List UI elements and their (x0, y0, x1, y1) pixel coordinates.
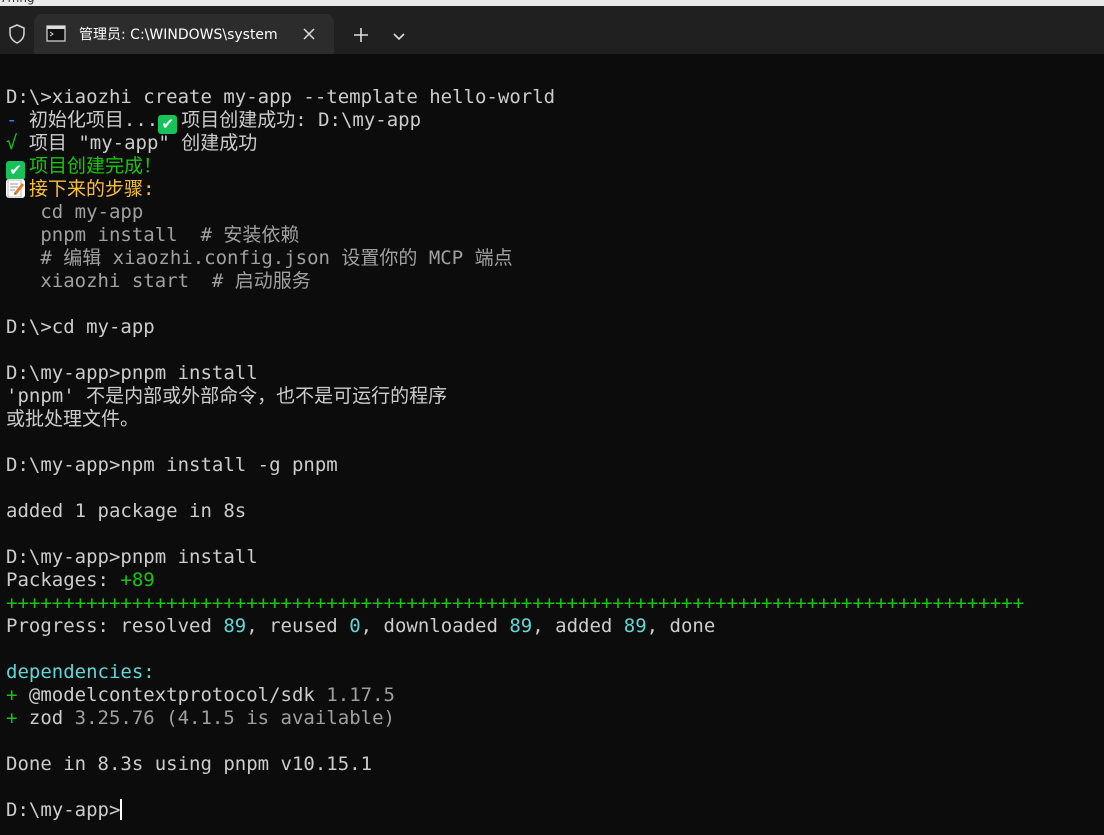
terminal-text: 或批处理文件。 (6, 408, 140, 430)
chevron-down-icon[interactable] (388, 25, 410, 47)
terminal-text: 89 (223, 615, 247, 637)
terminal-text: dependencies: (6, 661, 155, 683)
terminal-text: cd my-app (6, 201, 144, 223)
terminal-text: @modelcontextprotocol/sdk (28, 684, 327, 706)
terminal-line: cd my-app (6, 201, 1096, 224)
terminal-output[interactable]: D:\>xiaozhi create my-app --template hel… (6, 86, 1096, 822)
terminal-text: D:\>xiaozhi create my-app --template hel… (6, 86, 556, 108)
memo-icon (6, 179, 25, 198)
title-strip-text: 7mng (0, 0, 35, 5)
terminal-text: ++++++++++++++++++++++++++++++++++++++++… (6, 592, 1025, 614)
terminal-text: + (6, 707, 29, 729)
terminal-line: Packages: +89 (6, 569, 1096, 592)
terminal-text: - (6, 109, 29, 131)
terminal-line: D:\my-app> (6, 799, 1096, 822)
terminal-text: pnpm install # 安装依赖 (6, 224, 300, 246)
title-strip: 7mng (0, 0, 1104, 6)
terminal-line: 或批处理文件。 (6, 408, 1096, 431)
terminal-text: 项目 "my-app" 创建成功 (28, 132, 258, 154)
tab-title: 管理员: C:\WINDOWS\system (79, 27, 278, 43)
terminal-window: 7mng 管理员: C:\WINDOWS\system D:\>xiaozhi … (0, 0, 1104, 835)
terminal-line: - 初始化项目... ✔ 项目创建成功: D:\my-app (6, 109, 1096, 134)
terminal-text: 'pnpm' 不是内部或外部命令，也不是可运行的程序 (6, 385, 448, 407)
terminal-line: D:\my-app>npm install -g pnpm (6, 454, 1096, 477)
terminal-text: Done in 8.3s using pnpm v10.15.1 (6, 753, 373, 775)
terminal-text: Progress: resolved (6, 615, 224, 637)
terminal-text: , reused (246, 615, 350, 637)
terminal-line: dependencies: (6, 661, 1096, 684)
terminal-text: 初始化项目... (28, 109, 159, 131)
title-bar: 7mng 管理员: C:\WINDOWS\system (0, 0, 1104, 54)
terminal-text: D:\my-app>npm install -g pnpm (6, 454, 338, 476)
terminal-text: # 编辑 xiaozhi.config.json 设置你的 MCP 端点 (6, 247, 513, 269)
tab-active[interactable]: 管理员: C:\WINDOWS\system (34, 14, 334, 54)
terminal-line: added 1 package in 8s (6, 500, 1096, 523)
terminal-line: D:\my-app>pnpm install (6, 546, 1096, 569)
terminal-line: ++++++++++++++++++++++++++++++++++++++++… (6, 592, 1096, 615)
terminal-text: D:\>cd my-app (6, 316, 155, 338)
terminal-line: √ 项目 "my-app" 创建成功 (6, 132, 1096, 155)
terminal-text: D:\my-app>pnpm install (6, 362, 258, 384)
terminal-text: xiaozhi start # 启动服务 (6, 270, 311, 292)
terminal-line: D:\my-app>pnpm install (6, 362, 1096, 385)
plus-icon[interactable] (350, 24, 372, 46)
terminal-line: 'pnpm' 不是内部或外部命令，也不是可运行的程序 (6, 385, 1096, 408)
terminal-line: xiaozhi start # 启动服务 (6, 270, 1096, 293)
terminal-icon (46, 25, 66, 42)
terminal-line: + zod 3.25.76 (4.1.5 is available) (6, 707, 1096, 730)
terminal-line: D:\>cd my-app (6, 316, 1096, 339)
terminal-line: 接下来的步骤: (6, 178, 1096, 201)
terminal-text: added 1 package in 8s (6, 500, 247, 522)
terminal-text: √ (6, 132, 29, 154)
terminal-line: Progress: resolved 89, reused 0, downloa… (6, 615, 1096, 638)
terminal-text: 项目创建完成！ (29, 155, 163, 177)
text-cursor (120, 799, 123, 820)
shield-icon[interactable] (6, 23, 28, 45)
terminal-line: Done in 8.3s using pnpm v10.15.1 (6, 753, 1096, 776)
terminal-line: # 编辑 xiaozhi.config.json 设置你的 MCP 端点 (6, 247, 1096, 270)
terminal-text: 1.17.5 (326, 684, 395, 706)
terminal-text: 项目创建成功: D:\my-app (181, 109, 422, 131)
terminal-text: Packages: (6, 569, 121, 591)
terminal-text: , added (532, 615, 624, 637)
terminal-text: 0 (349, 615, 361, 637)
terminal-text: 89 (509, 615, 533, 637)
terminal-text: 3.25.76 (4.1.5 is available) (74, 707, 395, 729)
close-icon[interactable] (299, 24, 319, 44)
terminal-text: +89 (120, 569, 155, 591)
terminal-text: D:\my-app>pnpm install (6, 546, 258, 568)
terminal-line: D:\>xiaozhi create my-app --template hel… (6, 86, 1096, 109)
terminal-text: 接下来的步骤: (29, 178, 155, 200)
terminal-text: 89 (623, 615, 647, 637)
terminal-line: + @modelcontextprotocol/sdk 1.17.5 (6, 684, 1096, 707)
terminal-line: ✔ 项目创建完成！ (6, 155, 1096, 180)
terminal-text: , done (646, 615, 716, 637)
terminal-text: D:\my-app> (6, 799, 121, 821)
terminal-line: pnpm install # 安装依赖 (6, 224, 1096, 247)
terminal-text: zod (28, 707, 75, 729)
terminal-text: + (6, 684, 29, 706)
terminal-text: , downloaded (360, 615, 510, 637)
